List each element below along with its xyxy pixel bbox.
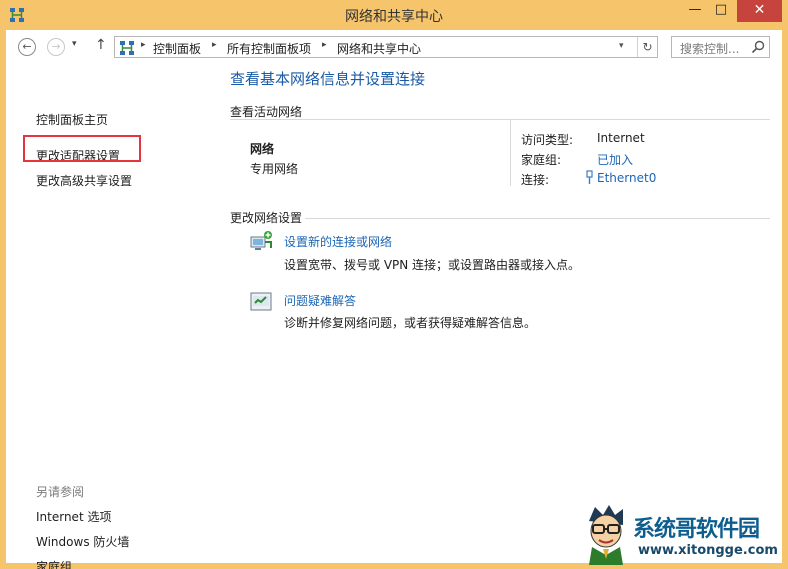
main-content: 查看基本网络信息并设置连接 查看活动网络 网络 专用网络 访问类型: Inter…	[219, 64, 782, 563]
section-divider	[230, 119, 770, 120]
mascot-icon	[589, 505, 623, 565]
section-divider	[305, 218, 770, 219]
control-panel-icon	[120, 41, 134, 55]
network-name: 网络	[250, 142, 275, 156]
control-panel-home-link[interactable]: 控制面板主页	[36, 111, 108, 128]
back-button[interactable]: ←	[18, 38, 36, 56]
internet-options-link[interactable]: Internet 选项	[36, 508, 111, 525]
network-setup-icon	[250, 231, 272, 250]
address-bar[interactable]: ▸ 控制面板 ▸ 所有控制面板项 ▸ 网络和共享中心 ▾ ↻	[114, 36, 658, 58]
address-toolbar: ← → ▾ ↑ ▸ 控制面板 ▸ 所有控制面板项 ▸ 网络和共享中心 ▾ ↻ 搜…	[6, 30, 782, 64]
search-box[interactable]: 搜索控制...	[671, 36, 770, 58]
watermark-url: www.xitongge.com	[638, 543, 778, 558]
close-button[interactable]: ✕	[737, 0, 782, 22]
see-also-label: 另请参阅	[36, 485, 85, 499]
troubleshoot-icon	[250, 292, 272, 311]
page-title: 查看基本网络信息并设置连接	[230, 70, 426, 88]
breadcrumb-separator-icon[interactable]: ▸	[212, 40, 217, 50]
setup-connection-link[interactable]: 设置新的连接或网络	[284, 233, 392, 250]
troubleshoot-link[interactable]: 问题疑难解答	[284, 292, 356, 309]
homegroup-joined-link[interactable]: 已加入	[597, 151, 633, 168]
recent-locations-dropdown[interactable]: ▾	[72, 39, 77, 49]
homegroup-link[interactable]: 家庭组	[36, 558, 72, 569]
up-button[interactable]: ↑	[95, 37, 107, 53]
breadcrumb-all-items[interactable]: 所有控制面板项	[227, 40, 311, 57]
troubleshoot-description: 诊断并修复网络问题，或者获得疑难解答信息。	[284, 316, 537, 330]
title-bar: 网络和共享中心 — □ ✕	[0, 0, 788, 30]
breadcrumb-separator-icon[interactable]: ▸	[141, 40, 146, 50]
active-networks-label: 查看活动网络	[230, 105, 303, 119]
refresh-button[interactable]: ↻	[637, 37, 657, 57]
search-icon[interactable]	[751, 40, 765, 54]
maximize-button[interactable]: □	[708, 0, 734, 22]
windows-firewall-link[interactable]: Windows 防火墙	[36, 533, 129, 550]
address-history-dropdown[interactable]: ▾	[619, 41, 624, 51]
connection-label: 连接:	[521, 173, 550, 187]
watermark-logo: 系统哥软件园 www.xitongge.com	[583, 503, 788, 569]
window-client: ← → ▾ ↑ ▸ 控制面板 ▸ 所有控制面板项 ▸ 网络和共享中心 ▾ ↻ 搜…	[6, 30, 782, 569]
watermark-name: 系统哥软件园	[633, 517, 760, 542]
change-advanced-sharing-link[interactable]: 更改高级共享设置	[36, 172, 132, 189]
left-navigation-pane: 控制面板主页 更改适配器设置 更改高级共享设置 另请参阅 Internet 选项…	[6, 64, 219, 569]
highlight-annotation	[23, 135, 141, 162]
breadcrumb-separator-icon[interactable]: ▸	[322, 40, 327, 50]
ethernet-connection-link[interactable]: Ethernet0	[597, 171, 656, 185]
forward-button[interactable]: →	[47, 38, 65, 56]
change-network-settings-label: 更改网络设置	[230, 211, 303, 225]
search-input[interactable]: 搜索控制...	[680, 40, 739, 57]
minimize-button[interactable]: —	[682, 0, 708, 22]
breadcrumb-network-center[interactable]: 网络和共享中心	[337, 40, 421, 57]
homegroup-label: 家庭组:	[521, 153, 562, 167]
ethernet-icon	[586, 170, 593, 184]
vertical-divider	[510, 120, 511, 186]
access-type-label: 访问类型:	[521, 133, 574, 147]
access-type-value: Internet	[597, 131, 645, 145]
window-title: 网络和共享中心	[345, 9, 443, 25]
breadcrumb-control-panel[interactable]: 控制面板	[153, 40, 201, 57]
network-profile-type: 专用网络	[250, 162, 299, 176]
setup-connection-description: 设置宽带、拨号或 VPN 连接；或设置路由器或接入点。	[284, 258, 581, 272]
